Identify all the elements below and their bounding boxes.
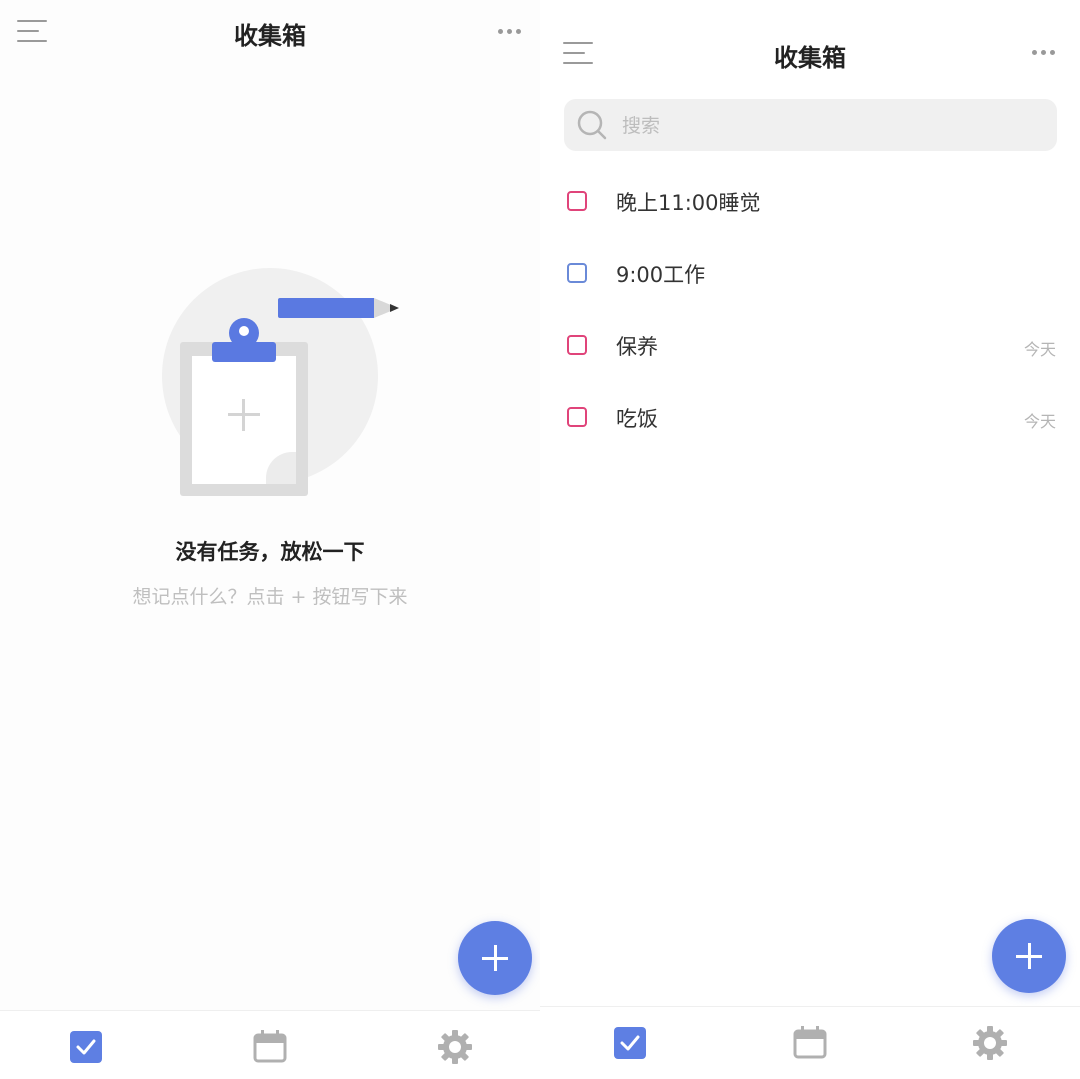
inbox-empty-screen: 收集箱 没有任务，放松一下 想记点什么？点击 + 按钮写下来 (0, 0, 540, 1079)
gear-icon (438, 1030, 472, 1064)
task-title: 晚上11:00睡觉 (616, 191, 761, 215)
empty-state-subtitle: 想记点什么？点击 + 按钮写下来 (132, 586, 408, 608)
task-title: 保养 (616, 335, 658, 359)
task-title: 9:00工作 (616, 263, 706, 287)
search-bar[interactable] (564, 99, 1057, 153)
gear-icon (973, 1026, 1007, 1060)
tab-calendar[interactable] (240, 1011, 300, 1079)
tab-tasks[interactable] (600, 1007, 660, 1077)
bottom-tab-bar (540, 1006, 1080, 1077)
more-horizontal-icon[interactable] (1032, 50, 1055, 55)
task-due-date: 今天 (1023, 412, 1056, 431)
task-checkbox[interactable] (567, 335, 587, 355)
task-row[interactable]: 保养 今天 (540, 310, 1080, 382)
tab-tasks[interactable] (56, 1011, 116, 1079)
calendar-icon (793, 1026, 827, 1059)
task-due-date: 今天 (1023, 340, 1056, 359)
page-title: 收集箱 (234, 22, 306, 50)
search-icon (577, 110, 607, 140)
task-row[interactable]: 吃饭 今天 (540, 382, 1080, 454)
bottom-tab-bar (0, 1010, 540, 1079)
add-task-button[interactable] (992, 919, 1066, 993)
task-title: 吃饭 (616, 407, 658, 431)
more-horizontal-icon[interactable] (498, 29, 521, 34)
tab-settings[interactable] (425, 1011, 485, 1079)
empty-state-title: 没有任务，放松一下 (175, 540, 365, 564)
app-screenshot-pair: 收集箱 没有任务，放松一下 想记点什么？点击 + 按钮写下来 收集箱 搜索 晚上… (0, 0, 1080, 1079)
task-row[interactable]: 晚上11:00睡觉 (540, 166, 1080, 238)
calendar-icon (253, 1030, 287, 1063)
inbox-tasks-screen: 收集箱 晚上11:00睡觉 9:00工作 保养 今天 (540, 0, 1080, 1079)
tab-calendar[interactable] (780, 1007, 840, 1077)
task-checkbox[interactable] (567, 191, 587, 211)
tab-settings[interactable] (960, 1007, 1020, 1077)
page-title: 收集箱 (774, 44, 846, 72)
search-input[interactable] (620, 99, 1044, 153)
add-task-button[interactable] (458, 921, 532, 995)
task-row[interactable]: 9:00工作 (540, 238, 1080, 310)
checkbox-checked-icon (70, 1031, 102, 1063)
clipboard-pencil-illustration (150, 260, 410, 505)
checkbox-checked-icon (614, 1027, 646, 1059)
task-checkbox[interactable] (567, 263, 587, 283)
task-checkbox[interactable] (567, 407, 587, 427)
